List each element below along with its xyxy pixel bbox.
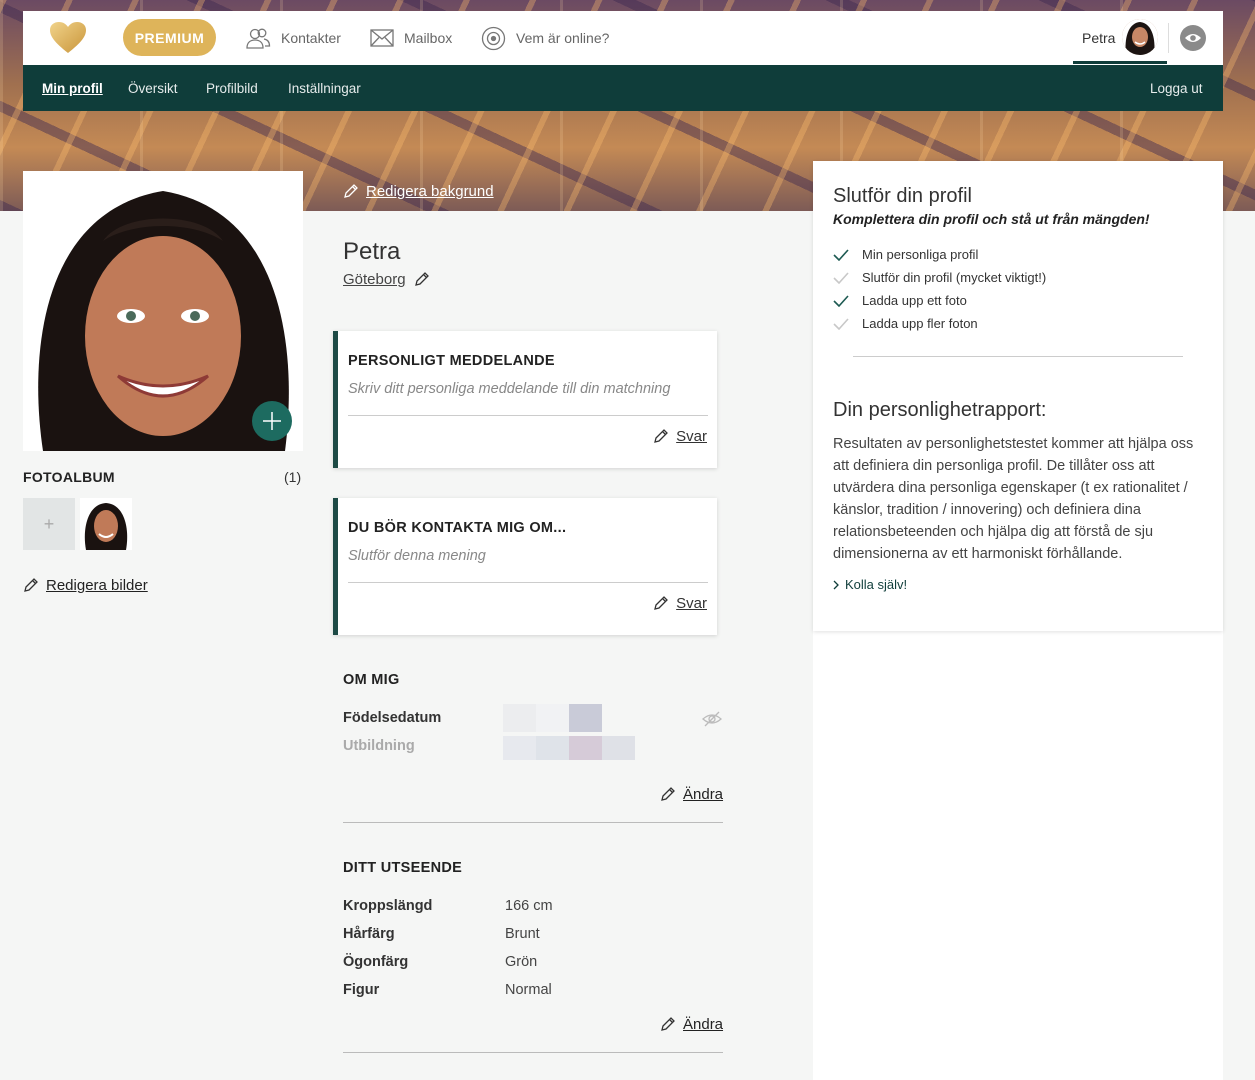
checklist-label: Ladda upp ett foto bbox=[862, 293, 967, 308]
pencil-icon bbox=[654, 596, 669, 610]
tab-min-profil[interactable]: Min profil bbox=[42, 81, 103, 96]
top-header: PREMIUM Kontakter Mailbox Vem är online?… bbox=[23, 11, 1223, 65]
check-icon bbox=[833, 271, 849, 284]
album-count: (1) bbox=[284, 469, 302, 485]
checklist-label: Min personliga profil bbox=[862, 247, 979, 262]
personality-report-text: Resultaten av personlighetstestet kommer… bbox=[833, 436, 1194, 562]
edit-label: Ändra bbox=[683, 786, 724, 803]
mail-icon bbox=[370, 29, 394, 47]
edit-label: Ändra bbox=[683, 1016, 724, 1033]
complete-profile-subtitle: Komplettera din profil och stå ut från m… bbox=[833, 211, 1150, 227]
nav-online[interactable]: Vem är online? bbox=[481, 11, 609, 65]
appearance-title: DITT UTSEENDE bbox=[343, 860, 463, 876]
divider bbox=[853, 356, 1183, 357]
tab-profilbild[interactable]: Profilbild bbox=[206, 81, 258, 96]
card-subtitle: Slutför denna mening bbox=[348, 548, 486, 564]
complete-profile-title: Slutför din profil bbox=[833, 185, 972, 207]
album-thumbnail[interactable] bbox=[80, 498, 132, 550]
hair-color-value: Brunt bbox=[505, 926, 540, 942]
hair-color-label: Hårfärg bbox=[343, 926, 395, 942]
blurred-value bbox=[503, 704, 635, 760]
figure-label: Figur bbox=[343, 982, 380, 998]
personality-report-title: Din personlighetrapport: bbox=[833, 399, 1047, 421]
checklist-label: Ladda upp fler foton bbox=[862, 316, 978, 331]
edit-background-label: Redigera bakgrund bbox=[366, 183, 494, 200]
nav-contacts-label: Kontakter bbox=[281, 30, 341, 46]
tab-oversikt[interactable]: Översikt bbox=[128, 81, 178, 96]
preview-eye-button[interactable] bbox=[1180, 25, 1206, 51]
reply-button[interactable]: Svar bbox=[653, 428, 707, 445]
contacts-icon bbox=[246, 28, 271, 49]
about-title: OM MIG bbox=[343, 672, 400, 688]
eye-color-value: Grön bbox=[505, 954, 538, 970]
edit-images-label: Redigera bilder bbox=[46, 577, 148, 594]
pencil-icon bbox=[661, 1017, 675, 1031]
profile-city[interactable]: Göteborg bbox=[343, 271, 429, 288]
edit-background-link[interactable]: Redigera bakgrund bbox=[343, 183, 494, 200]
reply-label: Svar bbox=[676, 428, 707, 445]
divider bbox=[348, 582, 708, 583]
logout-link[interactable]: Logga ut bbox=[1150, 81, 1203, 96]
edit-about-button[interactable]: Ändra bbox=[660, 786, 723, 803]
checklist-label: Slutför din profil (mycket viktigt!) bbox=[862, 270, 1047, 285]
chevron-right-icon bbox=[833, 580, 839, 589]
active-user-indicator bbox=[1073, 61, 1167, 64]
divider bbox=[343, 822, 723, 823]
card-subtitle: Skriv ditt personliga meddelande till di… bbox=[348, 381, 671, 397]
profile-subnav: Min profil Översikt Profilbild Inställni… bbox=[23, 65, 1223, 111]
nav-mailbox-label: Mailbox bbox=[404, 30, 453, 46]
edit-appearance-button[interactable]: Ändra bbox=[660, 1016, 723, 1033]
album-add-button[interactable]: + bbox=[23, 498, 75, 550]
card-title: DU BÖR KONTAKTA MIG OM... bbox=[348, 520, 567, 536]
check-yourself-label: Kolla själv! bbox=[845, 577, 908, 592]
plus-icon bbox=[263, 412, 281, 430]
logo-heart-icon[interactable] bbox=[49, 21, 87, 55]
city-label: Göteborg bbox=[343, 271, 406, 288]
education-label: Utbildning bbox=[343, 738, 415, 754]
figure-value: Normal bbox=[505, 982, 552, 998]
nav-contacts[interactable]: Kontakter bbox=[245, 11, 341, 65]
divider bbox=[1168, 23, 1169, 53]
checklist-item[interactable]: Slutför din profil (mycket viktigt!) bbox=[833, 270, 1046, 285]
pencil-icon bbox=[344, 184, 358, 198]
divider bbox=[343, 1052, 723, 1053]
personal-message-card: PERSONLIGT MEDDELANDE Skriv ditt personl… bbox=[333, 331, 717, 468]
card-title: PERSONLIGT MEDDELANDE bbox=[348, 353, 555, 369]
reply-label: Svar bbox=[676, 595, 707, 612]
eye-icon bbox=[1185, 34, 1201, 42]
edit-images-link[interactable]: Redigera bilder bbox=[23, 577, 148, 594]
nav-online-label: Vem är online? bbox=[516, 30, 610, 46]
album-title: FOTOALBUM bbox=[23, 469, 115, 485]
add-photo-button[interactable] bbox=[252, 401, 292, 441]
hidden-eye-icon[interactable] bbox=[702, 711, 722, 727]
pencil-icon bbox=[414, 272, 429, 286]
checklist-item[interactable]: Min personliga profil bbox=[833, 247, 978, 262]
online-icon bbox=[481, 26, 506, 50]
check-icon bbox=[833, 248, 849, 261]
checklist-item[interactable]: Ladda upp ett foto bbox=[833, 293, 967, 308]
nav-mailbox[interactable]: Mailbox bbox=[370, 11, 452, 65]
avatar[interactable] bbox=[1122, 19, 1158, 55]
birthdate-label: Födelsedatum bbox=[343, 710, 442, 726]
profile-name: Petra bbox=[343, 238, 401, 265]
check-icon bbox=[833, 294, 849, 307]
reply-button[interactable]: Svar bbox=[653, 595, 707, 612]
pencil-icon bbox=[24, 578, 38, 592]
checklist-item[interactable]: Ladda upp fler foton bbox=[833, 316, 978, 331]
height-value: 166 cm bbox=[505, 898, 553, 914]
check-icon bbox=[833, 317, 849, 330]
tab-installningar[interactable]: Inställningar bbox=[288, 81, 361, 96]
user-name[interactable]: Petra bbox=[1082, 30, 1115, 46]
pencil-icon bbox=[661, 787, 675, 801]
eye-color-label: Ögonfärg bbox=[343, 954, 409, 970]
divider bbox=[348, 415, 708, 416]
check-yourself-link[interactable]: Kolla själv! bbox=[833, 577, 907, 592]
pencil-icon bbox=[654, 429, 669, 443]
height-label: Kroppslängd bbox=[343, 898, 433, 914]
complete-profile-panel: Slutför din profil Komplettera din profi… bbox=[813, 161, 1223, 1080]
premium-button[interactable]: PREMIUM bbox=[123, 19, 216, 56]
contact-me-card: DU BÖR KONTAKTA MIG OM... Slutför denna … bbox=[333, 498, 717, 635]
